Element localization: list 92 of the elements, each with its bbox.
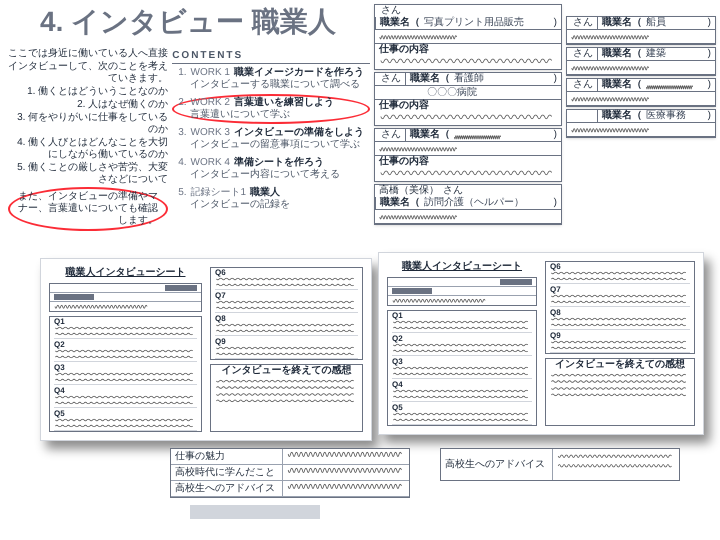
item-subtitle: 言葉遣いについて学ぶ [189,109,290,121]
section-label: 仕事の内容 [379,100,429,111]
intro-line: 4. 働く人びとはどんなことを大切にしながら働いているのか [16,137,168,161]
item-number: 3. [178,127,187,139]
job-name: 建築 [646,48,666,60]
job-label: 職業名（ [602,48,642,60]
question-label: Q8 [215,314,226,323]
item-label: WORK 1 [190,67,230,79]
item-subtitle: インタビューの留意事項について学ぶ [189,139,360,151]
job-label: 職業名（ [602,79,642,91]
item-subtitle: インタビューする職業について調べる [189,79,360,91]
question-label: Q8 [550,308,561,317]
intro-line: インタビューして、次のことを考えていきます。 [8,61,168,85]
honorific-label: さん [573,48,593,60]
job-name: 訪問介護（ヘルパー） [424,197,524,209]
handwriting-drawing [646,83,694,91]
closing-paren: ) [554,73,557,85]
item-label: WORK 2 [190,97,230,108]
question-label: Q5 [54,409,65,418]
item-title: 準備シートを作ろう [234,157,324,168]
section-label: 仕事の内容 [379,156,429,167]
question-label: Q1 [54,317,65,326]
row-label: 高校生へのアドバイス [171,481,283,496]
closing-paren: ) [708,48,711,60]
intro-line: 3. 何をやりがいに仕事をしているのか [16,112,168,136]
job-label: 職業名（ [602,17,642,29]
question-label: Q1 [392,311,403,320]
item-subtitle: インタビュー内容について考える [189,169,340,181]
workplace-text: 〇〇〇病院 [427,86,477,98]
question-label: Q2 [54,340,65,349]
item-title: 職業イメージカードを作ろう [234,67,364,78]
item-number: 1. [178,67,187,79]
question-label: Q7 [215,291,226,300]
question-label: Q6 [550,262,561,271]
question-label: Q3 [392,357,403,366]
closing-paren: ) [708,79,711,91]
job-name: 写真プリント用品販売 [424,17,524,29]
item-subtitle: インタビューの記録を [189,199,290,211]
person-name: 高橋（美保） [379,185,439,196]
job-label: 職業名（ [410,129,450,141]
row-label: 仕事の魅力 [171,449,283,464]
row-label: 高校生へのアドバイス [441,449,553,480]
row-label: 高校時代に学んだこと [171,465,283,480]
closing-paren: ) [554,17,557,29]
question-label: Q9 [550,331,561,340]
intro-line: 2. 人はなぜ働くのか [77,99,168,111]
job-name: 船員 [646,17,666,29]
section-title: インタビューを終えての感想 [222,365,352,377]
sheet-title: 職業人インタビューシート [66,267,186,279]
redaction-block [392,288,432,294]
section-title: インタビューを終えての感想 [555,359,685,371]
intro-line: 5. 働くことの厳しさや苦労、大変さなどについて [16,162,168,186]
question-label: Q9 [215,337,226,346]
job-label: 職業名（ [380,17,420,29]
honorific-label: さん [573,79,593,91]
job-label: 職業名（ [602,110,642,122]
honorific-label: さん [381,129,401,141]
item-title: 職業人 [250,187,280,198]
section-label: 仕事の内容 [379,44,429,55]
intro-line: 1. 働くとはどういうことなのか [27,86,168,98]
intro-line: ここでは身近に働いている人へ直接 [8,48,168,60]
question-label: Q4 [392,380,403,389]
closing-paren: ) [554,129,557,141]
question-label: Q2 [392,334,403,343]
item-label: WORK 3 [190,127,230,139]
question-label: Q4 [54,386,65,395]
job-label: 職業名（ [380,197,420,209]
item-number: 4. [178,157,187,169]
closing-paren: ) [708,110,711,122]
item-label: 記録シート1 [190,187,246,199]
contents-heading: CONTENTS [172,48,370,64]
item-title: 言葉遣いを練習しよう [234,97,334,109]
question-label: Q3 [54,363,65,372]
redaction-block [54,294,94,300]
closing-paren: ) [708,17,711,29]
honorific-label: さん [381,73,401,85]
honorific-label: さん [443,185,463,196]
item-number: 5. [178,187,187,199]
question-label: Q6 [215,268,226,277]
job-name: 医療事務 [646,110,686,122]
closing-paren: ) [554,197,557,209]
handwriting-drawing [454,133,502,141]
honorific-label: さん [381,5,401,16]
job-label: 職業名（ [410,73,450,85]
question-label: Q7 [550,285,561,294]
item-title: インタビューの準備をしよう [234,127,364,138]
job-name: 看護師 [454,73,484,85]
item-label: WORK 4 [190,157,230,169]
question-label: Q5 [392,403,403,412]
honorific-label: さん [573,17,593,29]
page-title: 4. インタビュー 職業人 [40,5,336,39]
sheet-title: 職業人インタビューシート [402,261,522,273]
